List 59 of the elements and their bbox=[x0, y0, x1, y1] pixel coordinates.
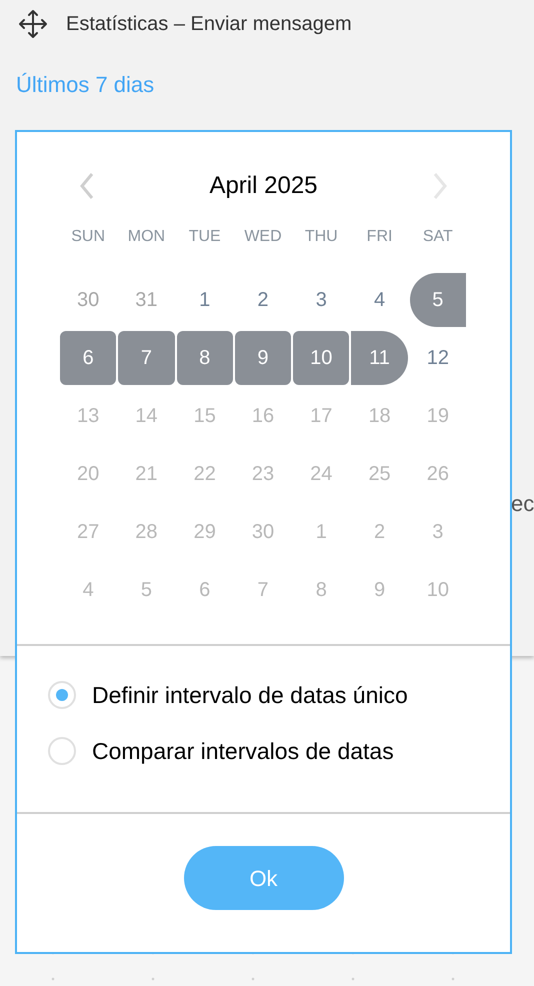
calendar-day: 4 bbox=[60, 563, 116, 617]
calendar-day: 13 bbox=[60, 389, 116, 443]
month-title: April 2025 bbox=[209, 171, 318, 201]
calendar-day: 21 bbox=[118, 447, 175, 501]
calendar-day[interactable]: 5 bbox=[410, 273, 466, 327]
calendar-day: 16 bbox=[234, 389, 292, 443]
calendar-day: 15 bbox=[176, 389, 233, 443]
calendar-day: 28 bbox=[118, 505, 175, 559]
weekday-label: WED bbox=[243, 227, 283, 247]
calendar-day: 6 bbox=[176, 563, 233, 617]
calendar-day: 30 bbox=[234, 505, 292, 559]
calendar-day[interactable]: 9 bbox=[234, 331, 292, 385]
calendar-day: 19 bbox=[410, 389, 466, 443]
page-title: Estatísticas – Enviar mensagem bbox=[66, 12, 352, 37]
calendar-day[interactable]: 6 bbox=[60, 331, 116, 385]
calendar-day[interactable]: 7 bbox=[118, 331, 175, 385]
weekday-label: FRI bbox=[366, 227, 394, 247]
calendar-day[interactable]: 3 bbox=[293, 273, 350, 327]
background-text: ec bbox=[511, 490, 534, 518]
weekday-label: MON bbox=[126, 227, 166, 247]
weekday-label: THU bbox=[304, 227, 339, 247]
weekday-label: SAT bbox=[422, 227, 454, 247]
date-range-link[interactable]: Últimos 7 dias bbox=[16, 72, 154, 97]
calendar-day[interactable]: 2 bbox=[234, 273, 292, 327]
move-icon[interactable] bbox=[18, 9, 48, 39]
calendar-day: 18 bbox=[351, 389, 408, 443]
calendar-day[interactable]: 8 bbox=[176, 331, 233, 385]
calendar-day: 25 bbox=[351, 447, 408, 501]
calendar-day: 3 bbox=[410, 505, 466, 559]
weekday-label: TUE bbox=[188, 227, 222, 247]
calendar-day: 27 bbox=[60, 505, 116, 559]
calendar-day: 10 bbox=[410, 563, 466, 617]
calendar-day: 29 bbox=[176, 505, 233, 559]
radio-button[interactable] bbox=[48, 681, 76, 710]
calendar-day: 8 bbox=[293, 563, 350, 617]
calendar-day: 2 bbox=[351, 505, 408, 559]
calendar-day[interactable]: 11 bbox=[351, 331, 408, 385]
radio-label: Definir intervalo de datas único bbox=[92, 681, 408, 710]
calendar-day: 22 bbox=[176, 447, 233, 501]
calendar-day[interactable]: 12 bbox=[410, 331, 466, 385]
calendar-day: 17 bbox=[293, 389, 350, 443]
radio-button[interactable] bbox=[48, 736, 76, 765]
calendar-day[interactable]: 10 bbox=[293, 331, 350, 385]
calendar-day[interactable]: 31 bbox=[118, 273, 175, 327]
ok-button[interactable]: Ok bbox=[184, 846, 344, 910]
calendar-day[interactable]: 30 bbox=[60, 273, 116, 327]
calendar-day: 1 bbox=[293, 505, 350, 559]
calendar-day: 24 bbox=[293, 447, 350, 501]
calendar-day: 9 bbox=[351, 563, 408, 617]
calendar-day: 20 bbox=[60, 447, 116, 501]
calendar-day[interactable]: 4 bbox=[351, 273, 408, 327]
calendar-day: 26 bbox=[410, 447, 466, 501]
weekday-label: SUN bbox=[70, 227, 106, 247]
calendar-day: 7 bbox=[234, 563, 292, 617]
calendar-day: 5 bbox=[118, 563, 175, 617]
radio-label: Comparar intervalos de datas bbox=[92, 736, 394, 766]
calendar-day[interactable]: 1 bbox=[176, 273, 233, 327]
calendar-day: 14 bbox=[118, 389, 175, 443]
calendar-day: 23 bbox=[234, 447, 292, 501]
